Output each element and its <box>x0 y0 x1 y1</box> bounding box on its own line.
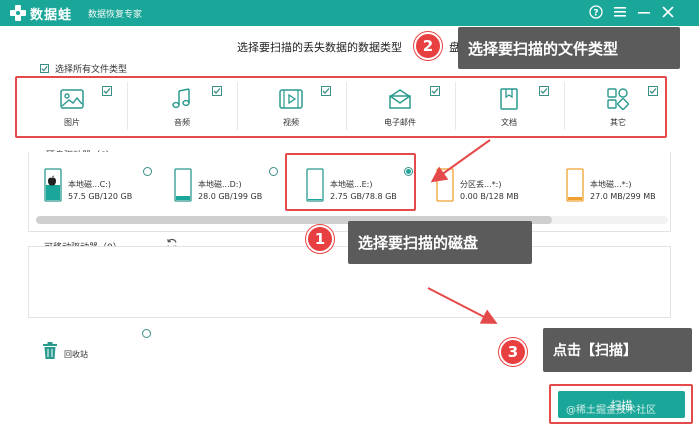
callout-step-1-text: 选择要扫描的磁盘 <box>358 234 479 252</box>
step-2-marker: 2 <box>414 32 442 60</box>
watermark: @稀土掘金技术社区 <box>566 405 656 416</box>
callout-step-1: 选择要扫描的磁盘 <box>348 221 532 264</box>
step-3-number: 3 <box>507 343 519 361</box>
callout-step-3: 点击【扫描】 <box>543 328 692 372</box>
step-3-marker: 3 <box>499 338 527 366</box>
callout-step-3-text: 点击【扫描】 <box>553 343 637 359</box>
step-1-number: 1 <box>314 230 326 248</box>
arrow-to-drive <box>430 139 491 183</box>
callout-step-2-text: 选择要扫描的文件类型 <box>468 39 619 58</box>
arrow-to-scan <box>427 287 498 324</box>
callout-step-2: 选择要扫描的文件类型 <box>458 27 680 69</box>
step-2-number: 2 <box>422 37 434 55</box>
step-1-marker: 1 <box>306 225 334 253</box>
